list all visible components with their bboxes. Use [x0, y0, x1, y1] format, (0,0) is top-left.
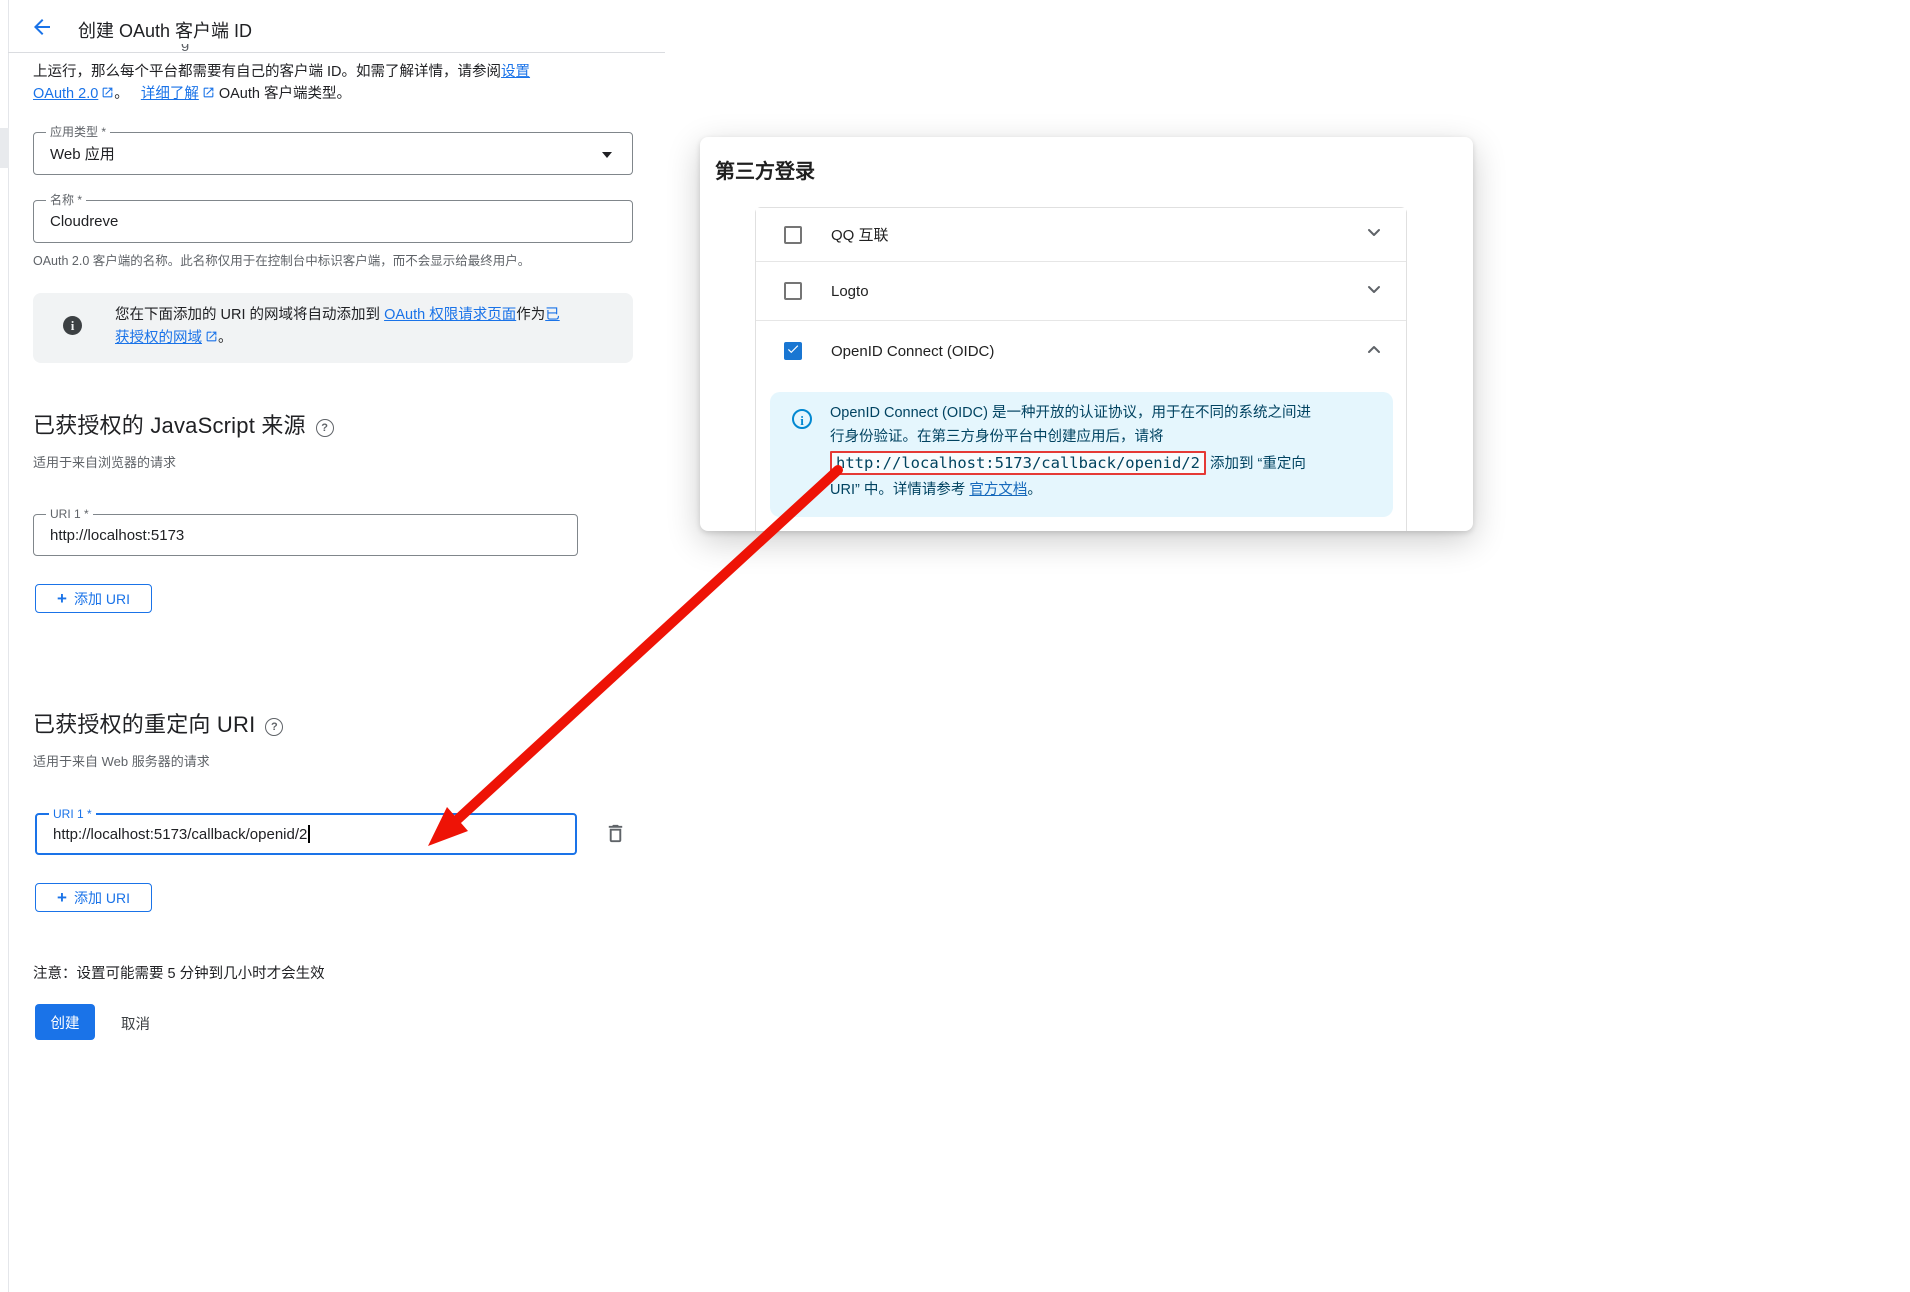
alert-text-end: 。 [1027, 482, 1042, 498]
setup-oauth-link-2[interactable]: OAuth 2.0 [33, 86, 98, 102]
create-button[interactable]: 创建 [35, 1004, 95, 1040]
redirect-uris-subtitle: 适用于来自 Web 服务器的请求 [33, 751, 210, 770]
delete-uri-button[interactable] [604, 822, 627, 850]
client-name-helper: OAuth 2.0 客户端的名称。此名称仅用于在控制台中标识客户端，而不会显示给… [33, 250, 643, 269]
external-link-icon[interactable] [101, 84, 114, 97]
plus-icon: + [57, 889, 67, 906]
help-circle-icon[interactable]: ? [265, 718, 283, 736]
cancel-button[interactable]: 取消 [121, 1013, 150, 1034]
js-origins-heading: 已获授权的 JavaScript 来源? [33, 408, 334, 440]
provider-label: OpenID Connect (OIDC) [831, 343, 1362, 360]
js-origins-title: 已获授权的 JavaScript 来源 [33, 413, 306, 438]
provider-label: Logto [831, 283, 1362, 300]
checkbox-oidc[interactable] [784, 342, 802, 360]
js-origin-uri-label: URI 1 * [46, 507, 93, 521]
js-origins-subtitle: 适用于来自浏览器的请求 [33, 452, 176, 471]
checkbox-logto[interactable] [784, 282, 802, 300]
alert-text-after-code: 添加到 “重定向 [1206, 456, 1306, 472]
chevron-down-icon[interactable] [1362, 277, 1386, 306]
js-origin-uri-value: http://localhost:5173 [50, 527, 184, 544]
intro-paragraph: 上运行，那么每个平台都需要有自己的客户端 ID。如需了解详情，请参阅设置 OAu… [33, 61, 643, 105]
content-left-border [8, 0, 9, 1292]
text-cursor [308, 825, 310, 843]
add-uri-label: 添加 URI [74, 589, 130, 609]
app-type-label: 应用类型 * [46, 125, 110, 139]
intro-text-2: OAuth 客户端类型。 [219, 86, 351, 102]
provider-row-qq[interactable]: QQ 互联 [756, 208, 1406, 261]
client-name-field[interactable]: 名称 * Cloudreve [33, 200, 633, 243]
app-type-value: Web 应用 [50, 143, 115, 164]
plus-icon: + [57, 590, 67, 607]
chevron-up-icon[interactable] [1362, 337, 1386, 366]
provider-row-oidc[interactable]: OpenID Connect (OIDC) [756, 320, 1406, 381]
propagation-note: 注意：设置可能需要 5 分钟到几小时才会生效 [33, 963, 325, 985]
setup-oauth-link[interactable]: 设置 [501, 64, 530, 80]
add-uri-label: 添加 URI [74, 888, 130, 908]
info-circle-icon: i [792, 409, 812, 429]
checkmark-icon [786, 342, 800, 361]
notice-text-3: 。 [218, 330, 233, 346]
add-js-origin-uri-button[interactable]: + 添加 URI [35, 584, 152, 613]
redirect-uri-field[interactable]: URI 1 * http://localhost:5173/callback/o… [35, 813, 577, 855]
notice-text: 您在下面添加的 URI 的网域将自动添加到 [115, 307, 384, 323]
alert-line: URI” 中。详情请参考 官方文档。 [830, 476, 1385, 502]
nav-remnant [0, 128, 9, 168]
authorized-domains-link[interactable]: 已 [545, 307, 560, 323]
provider-row-logto[interactable]: Logto [756, 261, 1406, 320]
official-docs-link[interactable]: 官方文档 [969, 482, 1027, 498]
add-redirect-uri-button[interactable]: + 添加 URI [35, 883, 152, 912]
callback-url-code: http://localhost:5173/callback/openid/2 [830, 451, 1206, 475]
client-name-label: 名称 * [46, 193, 86, 207]
header-divider [8, 52, 665, 53]
provider-label: QQ 互联 [831, 224, 1362, 245]
notice-text-2: 作为 [516, 307, 545, 323]
js-origin-uri-field[interactable]: URI 1 * http://localhost:5173 [33, 514, 578, 556]
trash-icon [604, 832, 627, 849]
clipped-text-fragment: g [181, 44, 195, 56]
redirect-uris-heading: 已获授权的重定向 URI? [33, 707, 283, 739]
external-link-icon[interactable] [202, 84, 215, 97]
help-circle-icon[interactable]: ? [316, 419, 334, 437]
oidc-info-alert: i OpenID Connect (OIDC) 是一种开放的认证协议，用于在不同… [770, 392, 1393, 517]
authorized-domains-link-2[interactable]: 获授权的网域 [115, 330, 202, 346]
page: 创建 OAuth 客户端 ID g 上运行，那么每个平台都需要有自己的客户端 I… [0, 0, 1910, 1292]
checkbox-qq[interactable] [784, 226, 802, 244]
learn-more-link[interactable]: 详细了解 [141, 86, 199, 102]
intro-sep: 。 [114, 86, 129, 102]
alert-line: 行身份验证。在第三方身份平台中创建应用后，请将 [830, 425, 1385, 449]
alert-text: URI” 中。详情请参考 [830, 482, 969, 498]
oauth-consent-link[interactable]: OAuth 权限请求页面 [384, 307, 516, 323]
alert-line: http://localhost:5173/callback/openid/2 … [830, 449, 1385, 476]
alert-line: OpenID Connect (OIDC) 是一种开放的认证协议，用于在不同的系… [830, 401, 1385, 425]
page-title: 创建 OAuth 客户端 ID [78, 17, 252, 43]
info-icon: i [63, 316, 82, 335]
panel-title: 第三方登录 [715, 155, 815, 184]
app-type-select[interactable]: 应用类型 * Web 应用 [33, 132, 633, 175]
redirect-uris-title: 已获授权的重定向 URI [33, 712, 255, 737]
external-link-icon[interactable] [205, 328, 218, 341]
intro-text: 上运行，那么每个平台都需要有自己的客户端 ID。如需了解详情，请参阅 [33, 64, 501, 80]
domains-notice: i 您在下面添加的 URI 的网域将自动添加到 OAuth 权限请求页面作为已 … [33, 293, 633, 363]
chevron-down-icon[interactable] [602, 152, 612, 158]
chevron-down-icon[interactable] [1362, 220, 1386, 249]
back-arrow-icon [30, 26, 54, 43]
redirect-uri-value: http://localhost:5173/callback/openid/2 [53, 826, 307, 843]
back-button[interactable] [30, 15, 54, 39]
client-name-value: Cloudreve [50, 213, 118, 230]
redirect-uri-label: URI 1 * [49, 807, 96, 821]
